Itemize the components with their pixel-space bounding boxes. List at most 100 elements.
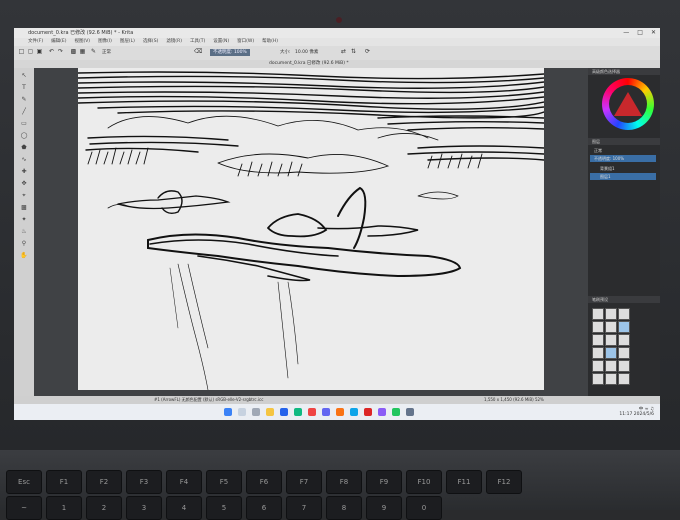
brush-preset[interactable] [605, 360, 617, 372]
app-icon[interactable] [308, 408, 316, 416]
edge-icon[interactable] [280, 408, 288, 416]
pattern-icon[interactable]: ▦ [79, 48, 86, 56]
layer-item[interactable]: 背景组1 [590, 165, 656, 172]
layer-item[interactable]: 图层1 [590, 173, 656, 180]
menu-view[interactable]: 视图(V) [74, 38, 90, 46]
tool-options-bar: □ ▢ ▣ ↶ ↷ ▩ ▦ ✎ 正常 ⌫ 不透明度: 100% 大小: 10.0… [14, 46, 660, 61]
brush-preset[interactable] [618, 347, 630, 359]
search-icon[interactable] [238, 408, 246, 416]
menu-help[interactable]: 帮助(H) [262, 38, 278, 46]
layer-blend-mode[interactable]: 正常 [590, 147, 656, 154]
menu-select[interactable]: 选择(S) [143, 38, 158, 46]
brush-preset[interactable] [605, 373, 617, 385]
brush-preset[interactable] [618, 373, 630, 385]
brush-preset[interactable] [592, 347, 604, 359]
move-tool-icon[interactable]: ✥ [19, 180, 29, 188]
crop-tool-icon[interactable]: ⌖ [19, 192, 29, 200]
brush-preset[interactable] [592, 373, 604, 385]
canvas-area[interactable] [34, 68, 588, 396]
color-selector-title: 高级颜色选择器 [588, 68, 660, 75]
pan-tool-icon[interactable]: ✋ [19, 252, 29, 260]
color-triangle[interactable] [614, 92, 642, 116]
text-tool-icon[interactable]: T [19, 84, 29, 92]
transform-tool-icon[interactable]: ✚ [19, 168, 29, 176]
menu-bar: 文件(F) 编辑(E) 视图(V) 图像(I) 图层(L) 选择(S) 滤镜(R… [14, 38, 660, 46]
new-file-icon[interactable]: □ [18, 48, 25, 56]
undo-icon[interactable]: ↶ [48, 48, 55, 56]
app-icon[interactable] [378, 408, 386, 416]
menu-file[interactable]: 文件(F) [28, 38, 43, 46]
keyboard: Esc F1 F2 F3 F4 F5 F6 F7 F8 F9 F10 F11 F… [0, 470, 680, 520]
task-view-icon[interactable] [252, 408, 260, 416]
wrap-around-icon[interactable]: ⟳ [364, 48, 371, 56]
key-1: 1 [46, 496, 82, 520]
right-dock: 高级颜色选择器 图层 正常 不透明度: 100% 背景组1 图层1 笔刷预设 [588, 68, 660, 396]
brush-preset-icon[interactable]: ✎ [90, 48, 97, 56]
fill-tool-icon[interactable]: ♨ [19, 228, 29, 236]
mirror-vertical-icon[interactable]: ⇅ [350, 48, 357, 56]
system-tray[interactable]: 中 ≈ ♫ 11:17 2024/5/6 [619, 407, 654, 417]
key-esc: Esc [6, 470, 42, 494]
eraser-icon[interactable]: ⌫ [194, 48, 202, 56]
close-icon[interactable]: ✕ [651, 28, 656, 38]
size-slider[interactable]: 10.00 像素 [292, 49, 322, 56]
menu-image[interactable]: 图像(I) [98, 38, 112, 46]
layer-opacity[interactable]: 不透明度: 100% [590, 155, 656, 162]
redo-icon[interactable]: ↷ [57, 48, 64, 56]
freehand-path-icon[interactable]: ∿ [19, 156, 29, 164]
file-explorer-icon[interactable] [266, 408, 274, 416]
menu-tools[interactable]: 工具(T) [190, 38, 205, 46]
brush-preset[interactable] [592, 308, 604, 320]
brush-preset[interactable] [592, 360, 604, 372]
app-icon[interactable] [350, 408, 358, 416]
save-icon[interactable]: ▣ [36, 48, 43, 56]
gradient-icon[interactable]: ▩ [70, 48, 77, 56]
document-tab[interactable]: document_0.kra 已修改 (92.6 MiB) * [14, 60, 660, 68]
menu-edit[interactable]: 编辑(E) [51, 38, 66, 46]
brush-preset[interactable] [605, 308, 617, 320]
polygon-tool-icon[interactable]: ⬟ [19, 144, 29, 152]
mirror-horizontal-icon[interactable]: ⇄ [340, 48, 347, 56]
krita-icon[interactable] [322, 408, 330, 416]
brush-preset-selected[interactable] [618, 321, 630, 333]
menu-layer[interactable]: 图层(L) [120, 38, 135, 46]
line-tool-icon[interactable]: ╱ [19, 108, 29, 116]
store-icon[interactable] [294, 408, 302, 416]
screen: document_0.kra 已修改 (92.6 MiB) * - Krita … [14, 28, 660, 420]
gradient-tool-icon[interactable]: ▩ [19, 204, 29, 212]
wps-icon[interactable] [364, 408, 372, 416]
drawing-canvas[interactable] [78, 68, 544, 390]
brush-preset[interactable] [605, 321, 617, 333]
key-f12: F12 [486, 470, 522, 494]
opacity-slider[interactable]: 不透明度: 100% [210, 49, 250, 56]
ellipse-tool-icon[interactable]: ◯ [19, 132, 29, 140]
brush-preset[interactable] [592, 334, 604, 346]
app-icon[interactable] [336, 408, 344, 416]
key-f11: F11 [446, 470, 482, 494]
brush-tool-icon[interactable]: ✎ [19, 96, 29, 104]
brush-preset[interactable] [592, 321, 604, 333]
maximize-icon[interactable]: □ [637, 28, 643, 38]
app-icon[interactable] [406, 408, 414, 416]
brush-preset[interactable] [605, 347, 617, 359]
brush-preset[interactable] [605, 334, 617, 346]
brush-preset[interactable] [618, 308, 630, 320]
blend-mode-select[interactable]: 正常 [102, 49, 111, 56]
app-icon[interactable] [392, 408, 400, 416]
start-icon[interactable] [224, 408, 232, 416]
brush-preset[interactable] [618, 334, 630, 346]
menu-window[interactable]: 窗口(W) [237, 38, 254, 46]
open-file-icon[interactable]: ▢ [27, 48, 34, 56]
zoom-tool-icon[interactable]: ⚲ [19, 240, 29, 248]
color-wheel[interactable] [602, 78, 654, 130]
menu-settings[interactable]: 设置(N) [213, 38, 229, 46]
select-shapes-icon[interactable]: ↖ [19, 72, 29, 80]
key-8: 8 [326, 496, 362, 520]
windows-taskbar: 中 ≈ ♫ 11:17 2024/5/6 [14, 404, 660, 420]
rectangle-tool-icon[interactable]: ▭ [19, 120, 29, 128]
key-f1: F1 [46, 470, 82, 494]
brush-preset[interactable] [618, 360, 630, 372]
menu-filter[interactable]: 滤镜(R) [166, 38, 182, 46]
minimize-icon[interactable]: — [623, 28, 629, 38]
color-picker-icon[interactable]: ✦ [19, 216, 29, 224]
